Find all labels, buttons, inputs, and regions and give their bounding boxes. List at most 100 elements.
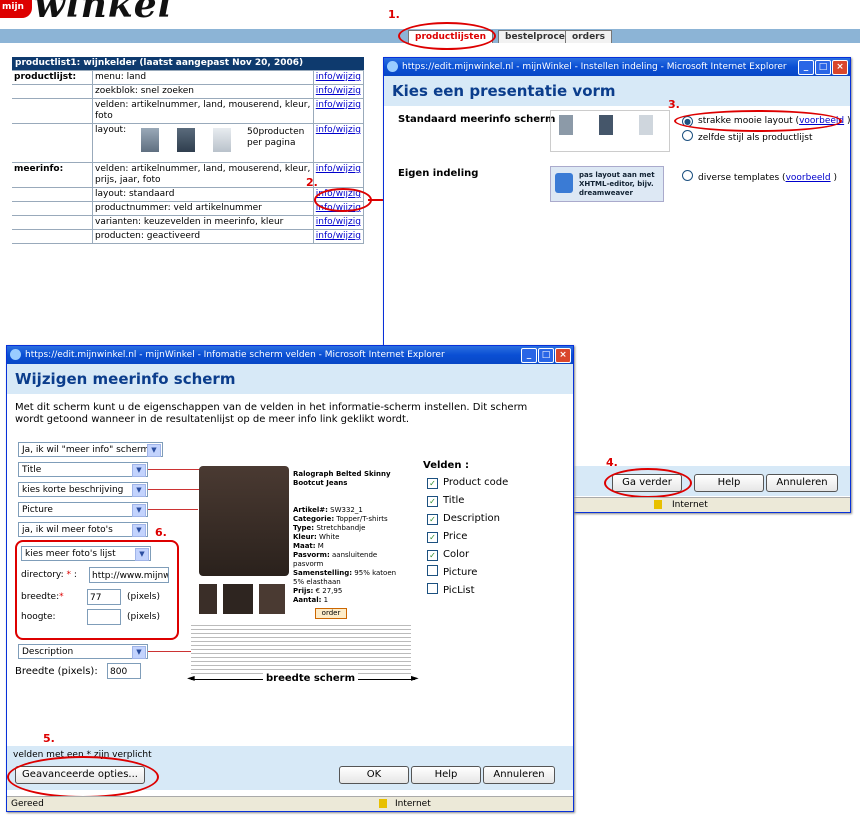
info-wijzig-link[interactable]: info/wijzig (312, 215, 364, 230)
table-row: zoekblok: snel zoeken info/wijzig (12, 84, 364, 99)
checkbox-checked-icon[interactable]: ✓ (427, 478, 438, 489)
ok-button[interactable]: OK (339, 766, 409, 784)
field-checkbox-row[interactable]: ✓ Product code (427, 474, 508, 492)
field-checkbox-row[interactable]: ✓ Description (427, 510, 508, 528)
field-label: Picture (443, 567, 478, 578)
step-number-1: 1. (388, 8, 400, 21)
thumb-shirt-icon (599, 115, 613, 135)
thumb-shirt-icon (141, 128, 159, 152)
checkbox-checked-icon[interactable]: ✓ (427, 532, 438, 543)
checkbox-checked-icon[interactable]: ✓ (427, 550, 438, 561)
title-select[interactable]: Title ▼ (18, 462, 148, 477)
picture-select[interactable]: Picture ▼ (18, 502, 148, 517)
info-wijzig-link[interactable]: info/wijzig (312, 123, 364, 163)
info-wijzig-link[interactable]: info/wijzig (312, 98, 364, 124)
mijnwinkel-logo: mijn winkel (0, 0, 200, 26)
window2-statusbar: Gereed Internet (7, 796, 573, 811)
intro-text: Met dit scherm kunt u de eigenschappen v… (15, 402, 528, 425)
field-label: Color (443, 549, 470, 560)
breedte-label: breedte:* (21, 592, 64, 602)
row-value: velden: artikelnummer, land, mouserend, … (92, 162, 314, 188)
show-meerinfo-select[interactable]: Ja, ik wil "meer info" schermen ▼ (18, 442, 163, 457)
table-row: productlijst: menu: land info/wijzig (12, 70, 364, 85)
window2-title: https://edit.mijnwinkel.nl - mijnWinkel … (25, 350, 445, 360)
breedte-input[interactable]: 77 (87, 589, 121, 605)
connector-line (148, 509, 198, 510)
photo-list-select[interactable]: kies meer foto's lijst ▼ (21, 546, 151, 561)
row-key: productlijst: (12, 70, 93, 85)
thumbnail-image (223, 584, 253, 614)
fields-title: Velden : (423, 460, 469, 471)
row-value: velden: artikelnummer, land, mouserend, … (92, 98, 314, 124)
checkbox-icon[interactable] (427, 583, 438, 594)
chevron-down-icon: ▼ (132, 504, 146, 517)
pixels-label: (pixels) (127, 612, 161, 622)
hoogte-input[interactable] (87, 609, 121, 625)
chevron-down-icon: ▼ (132, 484, 146, 497)
preview-title: Ralograph Belted Skinny Bootcut Jeans (293, 470, 391, 487)
status-text: Gereed (11, 799, 44, 809)
highlight-ring-1 (398, 22, 496, 50)
info-wijzig-link[interactable]: info/wijzig (312, 229, 364, 244)
info-wijzig-link[interactable]: info/wijzig (312, 70, 364, 85)
minimize-icon[interactable]: _ (798, 60, 814, 75)
productlist-panel: productlist1: wijnkelder (laatst aangepa… (12, 57, 364, 287)
chevron-down-icon: ▼ (132, 464, 146, 477)
table-row: layout: standaard info/wijzig (12, 187, 364, 202)
info-wijzig-link[interactable]: info/wijzig (312, 162, 364, 188)
field-checkbox-row[interactable]: ✓ Color (427, 546, 508, 564)
window1-heading: Kies een presentatie vorm (384, 76, 850, 106)
field-label: Description (443, 513, 500, 524)
directory-input[interactable]: http://www.mijnwink (89, 567, 169, 583)
voorbeeld-link[interactable]: voorbeeld (786, 173, 831, 183)
layout-preview-thumbs (550, 110, 670, 152)
help-button[interactable]: Help (411, 766, 481, 784)
field-checkbox-row[interactable]: PicList (427, 582, 508, 600)
field-checkbox-row[interactable]: Picture (427, 564, 508, 582)
short-desc-select[interactable]: kies korte beschrijving ▼ (18, 482, 148, 497)
table-row: layout: 50producten per pagina info/wijz… (12, 123, 364, 163)
window2-heading: Wijzigen meerinfo scherm (7, 364, 573, 394)
checkbox-icon[interactable] (427, 565, 438, 576)
radio-zelfde-stijl[interactable]: zelfde stijl als productlijst (682, 130, 813, 143)
row-value: productnummer: veld artikelnummer (92, 201, 314, 216)
section-eigen-label: Eigen indeling (398, 168, 479, 179)
highlight-ring-2 (314, 188, 372, 212)
step-number-4: 4. (606, 456, 618, 469)
minimize-icon[interactable]: _ (521, 348, 537, 363)
productlist-header: productlist1: wijnkelder (laatst aangepa… (12, 57, 364, 70)
radio-diverse-templates[interactable]: diverse templates (voorbeeld ) (682, 170, 837, 183)
checkbox-checked-icon[interactable]: ✓ (427, 496, 438, 507)
ie-icon (10, 349, 21, 360)
info-wijzig-link[interactable]: info/wijzig (312, 84, 364, 99)
field-checkbox-row[interactable]: ✓ Price (427, 528, 508, 546)
arrow-left-icon: ◄ (187, 673, 195, 684)
step-number-3: 3. (668, 98, 680, 111)
logo-badge: mijn (0, 0, 32, 18)
help-button[interactable]: Help (694, 474, 764, 492)
screen-width-input[interactable]: 800 (107, 663, 141, 679)
maximize-icon[interactable]: □ (815, 60, 831, 75)
order-button[interactable]: order (315, 608, 347, 619)
step-number-5: 5. (43, 732, 55, 745)
maximize-icon[interactable]: □ (538, 348, 554, 363)
description-select[interactable]: Description ▼ (18, 644, 148, 659)
annuleren-button[interactable]: Annuleren (483, 766, 555, 784)
chevron-down-icon: ▼ (147, 444, 161, 457)
close-icon[interactable]: × (832, 60, 848, 75)
tab-orders[interactable]: orders (565, 30, 612, 43)
field-label: PicList (443, 585, 475, 596)
checkbox-checked-icon[interactable]: ✓ (427, 514, 438, 525)
close-icon[interactable]: × (555, 348, 571, 363)
table-row: productnummer: veld artikelnummer info/wi… (12, 201, 364, 216)
annuleren-button[interactable]: Annuleren (766, 474, 838, 492)
thumb-shirt-icon (177, 128, 195, 152)
jacket-image (199, 466, 289, 576)
more-photos-select[interactable]: ja, ik wil meer foto's ▼ (18, 522, 148, 537)
zone-label: Internet (395, 799, 431, 809)
field-checkbox-row[interactable]: ✓ Title (427, 492, 508, 510)
row-value: layout: standaard (92, 187, 314, 202)
row-value: layout: (95, 125, 127, 135)
zone-label: Internet (672, 500, 708, 510)
highlight-ring-3 (674, 110, 842, 132)
